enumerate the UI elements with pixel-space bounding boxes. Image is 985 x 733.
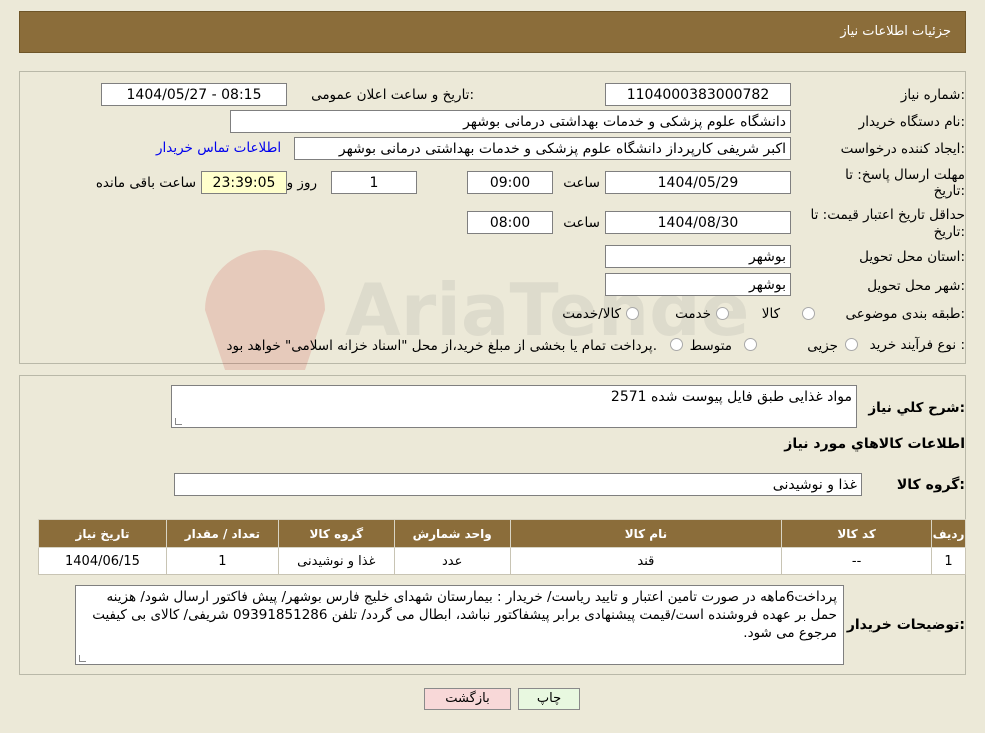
resize-handle-icon[interactable]: [175, 418, 182, 425]
col-group: گروه کالا: [277, 519, 395, 548]
province-field: بوشهر: [605, 245, 791, 268]
process-radio-medium[interactable]: [744, 338, 757, 351]
goods-info-title: اطلاعات کالاهاي مورد نياز: [784, 436, 965, 452]
validity-label-date: تاریخ:: [933, 224, 965, 240]
remaining-label: ساعت باقی مانده: [95, 175, 196, 191]
buyer-contact-link[interactable]: اطلاعات تماس خریدار: [156, 140, 281, 156]
creator-label: ایجاد کننده درخواست:: [840, 141, 965, 157]
col-date: تاريخ نياز: [38, 519, 167, 548]
validity-date-field: 1404/08/30: [605, 211, 791, 234]
buyer-org-label: نام دستگاه خریدار:: [858, 114, 965, 130]
cell-qty: 1: [165, 547, 279, 575]
process-label: نوع فرآیند خرید :: [869, 337, 965, 353]
process-option-medium: متوسط: [689, 338, 732, 354]
validity-label: حداقل تاریخ اعتبار قیمت: تا: [810, 207, 965, 223]
validity-time-label: ساعت: [563, 215, 600, 231]
category-radio-service[interactable]: [716, 307, 729, 320]
cell-group: غذا و نوشیدنی: [277, 547, 395, 575]
goods-table: رديف کد کالا نام کالا واحد شمارش گروه کا…: [38, 519, 966, 575]
deadline-time-field: 09:00: [467, 171, 553, 194]
province-label: استان محل تحویل:: [859, 249, 965, 265]
days-field: 1: [331, 171, 417, 194]
col-row: رديف: [931, 519, 966, 548]
remaining-time-field: 23:39:05: [201, 171, 287, 194]
city-field: بوشهر: [605, 273, 791, 296]
need-number-field: 1104000383000782: [605, 83, 791, 106]
payment-note: پرداخت تمام یا بخشی از مبلغ خرید،از محل …: [226, 338, 657, 354]
summary-field: مواد غذایی طبق فایل پیوست شده 2571: [171, 385, 857, 428]
need-number-label: شماره نیاز:: [900, 87, 965, 103]
category-option-goods-service: کالا/خدمت: [562, 306, 621, 322]
deadline-label-date: تاریخ:: [933, 183, 965, 199]
creator-field: اکبر شریفی کارپرداز دانشگاه علوم پزشکی و…: [294, 137, 791, 160]
payment-checkbox[interactable]: [670, 338, 683, 351]
col-unit: واحد شمارش: [393, 519, 511, 548]
cell-row: 1: [931, 547, 966, 575]
cell-date: 1404/06/15: [38, 547, 167, 575]
days-label: روز و: [286, 175, 317, 191]
category-radio-goods-service[interactable]: [626, 307, 639, 320]
validity-time-field: 08:00: [467, 211, 553, 234]
category-label: طبقه بندی موضوعی:: [845, 306, 965, 322]
category-option-service: خدمت: [675, 306, 711, 322]
page-title: جزئیات اطلاعات نیاز: [840, 24, 951, 39]
announce-date-field: 1404/05/27 - 08:15: [101, 83, 287, 106]
table-header-row: رديف کد کالا نام کالا واحد شمارش گروه کا…: [38, 519, 966, 548]
resize-handle-icon[interactable]: [79, 655, 86, 662]
col-qty: تعداد / مقدار: [165, 519, 279, 548]
announce-date-label: تاریخ و ساعت اعلان عمومی:: [311, 87, 474, 103]
buyer-notes-label: توضیحات خریدار:: [846, 617, 965, 633]
category-radio-goods[interactable]: [802, 307, 815, 320]
goods-group-label: گروه کالا:: [896, 477, 965, 493]
summary-label: شرح کلي نياز:: [868, 400, 965, 416]
process-radio-minor[interactable]: [845, 338, 858, 351]
cell-unit: عدد: [393, 547, 511, 575]
page-header: جزئیات اطلاعات نیاز: [19, 11, 966, 53]
goods-group-field: غذا و نوشیدنی: [174, 473, 862, 496]
deadline-time-label: ساعت: [563, 175, 600, 191]
category-option-goods: کالا: [761, 306, 780, 322]
deadline-label: مهلت ارسال پاسخ: تا: [845, 167, 965, 183]
buyer-org-field: دانشگاه علوم پزشکی و خدمات بهداشتی درمان…: [230, 110, 791, 133]
process-option-minor: جزیی: [807, 338, 838, 354]
print-button[interactable]: چاپ: [518, 688, 580, 710]
cell-code: --: [781, 547, 933, 575]
buyer-notes-text: پرداخت6ماهه در صورت تامین اعتبار و تایید…: [92, 589, 837, 641]
city-label: شهر محل تحویل:: [867, 278, 965, 294]
back-button[interactable]: بازگشت: [424, 688, 511, 710]
summary-text: مواد غذایی طبق فایل پیوست شده 2571: [610, 389, 852, 405]
table-row: 1 -- قند عدد غذا و نوشیدنی 1 1404/06/15: [38, 547, 966, 575]
buyer-notes-field: پرداخت6ماهه در صورت تامین اعتبار و تایید…: [75, 585, 844, 665]
col-code: کد کالا: [781, 519, 933, 548]
deadline-date-field: 1404/05/29: [605, 171, 791, 194]
col-name: نام کالا: [509, 519, 783, 548]
cell-name: قند: [509, 547, 783, 575]
